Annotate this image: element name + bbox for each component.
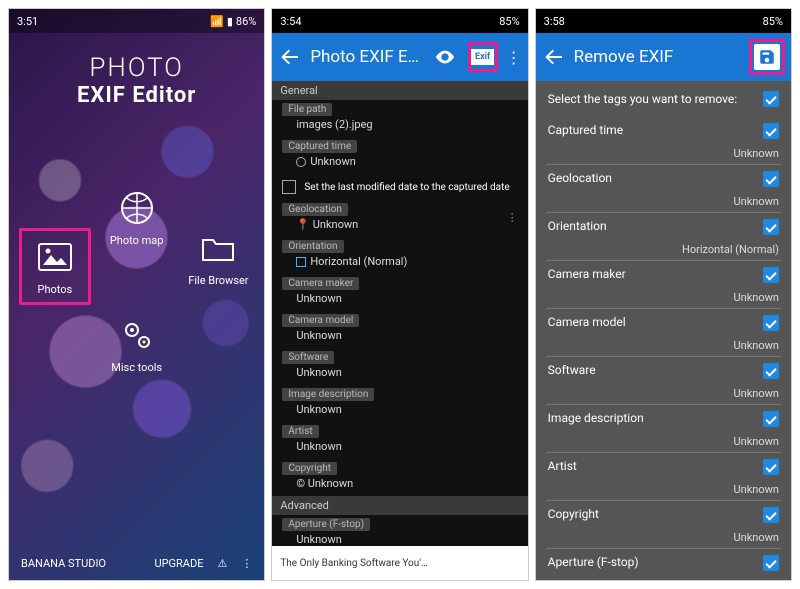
wifi-icon: 📶 (210, 15, 224, 28)
field-camera-model[interactable]: Camera model Unknown (272, 311, 527, 348)
tag-row[interactable]: Captured time Unknown (546, 117, 781, 165)
section-advanced: Advanced (272, 496, 527, 515)
status-time: 3:58 (544, 15, 565, 28)
studio-label: BANANA STUDIO (21, 557, 106, 570)
tag-row[interactable]: Software Unknown (546, 357, 781, 405)
signal-icon: ▮ (227, 15, 233, 28)
checkbox-icon (282, 180, 296, 194)
tag-row[interactable]: Geolocation Unknown (546, 165, 781, 213)
tag-name: Copyright (548, 507, 599, 521)
select-prompt: Select the tags you want to remove: (548, 92, 738, 106)
tag-checkbox[interactable] (763, 315, 779, 331)
back-button[interactable] (542, 45, 566, 69)
status-time: 3:54 (280, 15, 301, 28)
tag-checkbox[interactable] (763, 363, 779, 379)
set-last-modified-checkbox[interactable]: Set the last modified date to the captur… (272, 174, 527, 200)
tag-value: Unknown (548, 147, 779, 160)
tag-row[interactable]: Image description Unknown (546, 405, 781, 453)
field-geolocation[interactable]: Geolocation 📍 Unknown ⋮ (272, 200, 527, 237)
field-file-path[interactable]: File path images (2).jpeg (272, 100, 527, 137)
field-artist[interactable]: Artist Unknown (272, 422, 527, 459)
home-footer: BANANA STUDIO UPGRADE ⚠ ⋮ (9, 557, 264, 570)
tag-name: Software (548, 363, 596, 377)
tag-checkbox[interactable] (763, 507, 779, 523)
field-orientation[interactable]: Orientation Horizontal (Normal) (272, 237, 527, 274)
tag-row[interactable]: Artist Unknown (546, 453, 781, 501)
appbar-title: Remove EXIF (574, 47, 741, 67)
panel-editor: 3:54 85% Photo EXIF Edi… Exif ⋮ General … (271, 8, 528, 581)
tag-checkbox[interactable] (763, 123, 779, 139)
folder-icon (198, 228, 238, 268)
tag-checkbox[interactable] (763, 171, 779, 187)
tag-name: Image description (548, 411, 644, 425)
status-bar: 3:54 85% (272, 9, 527, 33)
tag-name: Orientation (548, 219, 607, 233)
app-title: PHOTO EXIF Editor (9, 53, 264, 108)
filebrowser-button[interactable]: File Browser (183, 228, 255, 305)
app-bar: Remove EXIF (536, 33, 791, 81)
photomap-button[interactable]: Photo map (101, 188, 173, 305)
app-bar: Photo EXIF Edi… Exif ⋮ (272, 33, 527, 81)
tag-value: Unknown (548, 531, 779, 544)
field-software[interactable]: Software Unknown (272, 348, 527, 385)
battery-text: 85% (763, 15, 783, 28)
tag-value: Unknown (548, 291, 779, 304)
save-button[interactable] (749, 39, 785, 75)
battery-text: 85% (499, 15, 519, 28)
battery-text: 86% (236, 15, 256, 28)
globe-icon (117, 188, 157, 228)
tag-row[interactable]: Copyright Unknown (546, 501, 781, 549)
misctools-button[interactable]: Misc tools (101, 315, 173, 374)
status-bar: 3:58 85% (536, 9, 791, 33)
upgrade-button[interactable]: UPGRADE (154, 557, 203, 570)
select-all-checkbox[interactable] (763, 91, 779, 107)
tag-name: Captured time (548, 123, 623, 137)
ad-banner[interactable]: The Only Banking Software You'… (272, 546, 527, 580)
tag-row[interactable]: Orientation Horizontal (Normal) (546, 213, 781, 261)
more-button[interactable]: ⋮ (506, 42, 522, 72)
tag-checkbox[interactable] (763, 411, 779, 427)
section-general: General (272, 81, 527, 100)
tag-checkbox[interactable] (763, 267, 779, 283)
more-icon[interactable]: ⋮ (241, 557, 252, 570)
field-camera-maker[interactable]: Camera maker Unknown (272, 274, 527, 311)
image-icon (35, 237, 75, 277)
tag-row[interactable]: Camera model Unknown (546, 309, 781, 357)
visibility-button[interactable] (430, 42, 460, 72)
status-time: 3:51 (17, 15, 38, 28)
field-image-description[interactable]: Image description Unknown (272, 385, 527, 422)
field-captured-time[interactable]: Captured time Unknown (272, 137, 527, 174)
tag-value: Unknown (548, 435, 779, 448)
tag-value: Unknown (548, 483, 779, 496)
photos-button[interactable]: Photos (19, 228, 91, 305)
tag-name: Artist (548, 459, 577, 473)
tag-checkbox[interactable] (763, 459, 779, 475)
tag-name: Aperture (F-stop) (548, 555, 639, 569)
tag-value: Horizontal (Normal) (548, 243, 779, 256)
tag-checkbox[interactable] (763, 555, 779, 571)
exif-icon: Exif (471, 49, 494, 65)
tag-value: Unknown (548, 387, 779, 400)
tag-checkbox[interactable] (763, 219, 779, 235)
save-icon (754, 44, 780, 70)
back-button[interactable] (278, 45, 302, 69)
tag-row[interactable]: Camera maker Unknown (546, 261, 781, 309)
panel-remove-exif: 3:58 85% Remove EXIF Select the tags you… (535, 8, 792, 581)
tag-value: Unknown (548, 195, 779, 208)
warning-icon[interactable]: ⚠ (217, 557, 227, 570)
tag-value: Unknown (548, 339, 779, 352)
geo-more-icon[interactable]: ⋮ (507, 211, 518, 224)
tag-name: Geolocation (548, 171, 612, 185)
status-bar: 3:51 📶 ▮ 86% (9, 9, 264, 33)
tag-name: Camera maker (548, 267, 626, 281)
gears-icon (117, 315, 157, 355)
remove-exif-button[interactable]: Exif (468, 42, 498, 72)
field-copyright[interactable]: Copyright © Unknown (272, 459, 527, 496)
panel-home: 3:51 📶 ▮ 86% PHOTO EXIF Editor Photos Ph… (8, 8, 265, 581)
appbar-title: Photo EXIF Edi… (310, 47, 421, 67)
tag-name: Camera model (548, 315, 626, 329)
tag-row[interactable]: Aperture (F-stop) (546, 549, 781, 580)
